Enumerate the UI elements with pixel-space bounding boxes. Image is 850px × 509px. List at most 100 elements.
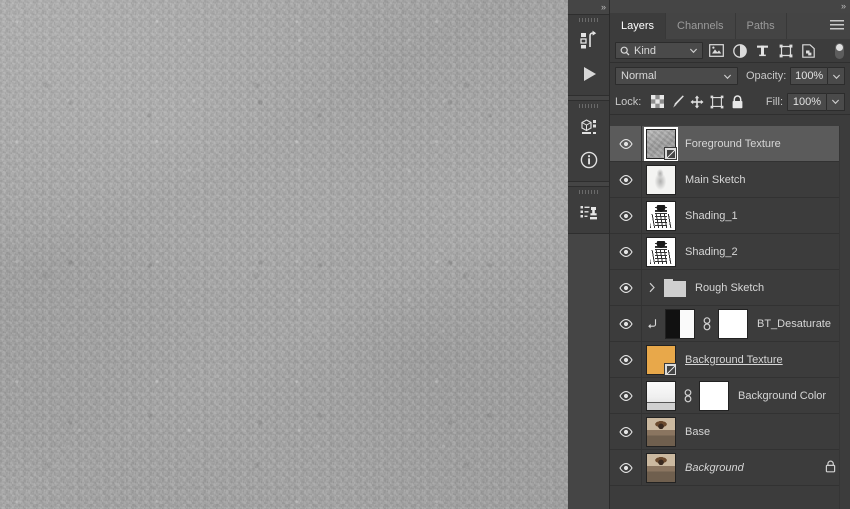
layer-thumbnail-cell[interactable] <box>642 164 676 195</box>
layer-thumbnail[interactable] <box>646 452 676 483</box>
filter-enable-toggle[interactable] <box>834 41 845 60</box>
actions-panel-icon[interactable] <box>568 23 610 57</box>
mask-link-icon[interactable] <box>701 316 712 331</box>
layer-visibility-toggle[interactable] <box>610 198 642 233</box>
layer-row[interactable]: Shading_2 <box>610 234 850 270</box>
tab-paths[interactable]: Paths <box>736 13 787 39</box>
layers-panel: » Layers Channels Paths Kind Normal Opac… <box>610 0 850 509</box>
chevron-down-icon <box>723 74 731 79</box>
layer-thumbnail[interactable] <box>646 344 677 376</box>
adjustment-filter-icon[interactable] <box>730 41 749 60</box>
layer-row[interactable]: Background Texture <box>610 342 850 378</box>
panel-menu-icon[interactable] <box>830 20 844 31</box>
layer-name[interactable]: Main Sketch <box>685 174 746 186</box>
layer-thumbnail-cell[interactable] <box>642 278 686 297</box>
layer-row[interactable]: Base <box>610 414 850 450</box>
filter-kind-select[interactable]: Kind <box>615 42 703 59</box>
document-canvas[interactable] <box>0 0 568 509</box>
layer-visibility-toggle[interactable] <box>610 306 642 341</box>
dock-grip[interactable] <box>568 187 609 195</box>
fill-label: Fill: <box>765 95 783 108</box>
layer-name[interactable]: Shading_2 <box>685 246 738 258</box>
dock-grip[interactable] <box>568 101 609 109</box>
opacity-input[interactable]: 100% <box>790 67 829 85</box>
layer-thumbnail[interactable] <box>646 236 676 267</box>
layer-thumbnail-cell[interactable] <box>642 236 676 267</box>
lock-artboard-icon[interactable] <box>707 92 727 112</box>
layer-name[interactable]: Base <box>685 426 710 438</box>
play-icon[interactable] <box>568 57 610 91</box>
mask-link-icon[interactable] <box>682 388 693 403</box>
layer-list-scrollbar[interactable] <box>839 126 850 509</box>
tab-channels[interactable]: Channels <box>666 13 736 39</box>
layer-visibility-toggle[interactable] <box>610 126 642 161</box>
lock-image-pixels-icon[interactable] <box>667 92 687 112</box>
lock-position-icon[interactable] <box>687 92 707 112</box>
tab-layers-label: Layers <box>621 20 655 32</box>
layer-row[interactable]: BT_Desaturate <box>610 306 850 342</box>
panel-tab-bar: Layers Channels Paths <box>610 13 850 39</box>
layer-thumbnail-cell[interactable] <box>642 308 748 339</box>
layer-visibility-toggle[interactable] <box>610 162 642 197</box>
chevron-right-icon[interactable] <box>646 282 658 293</box>
smart-object-filter-icon[interactable] <box>799 41 818 60</box>
layer-thumbnail[interactable] <box>646 416 676 447</box>
pixel-filter-icon[interactable] <box>707 41 726 60</box>
layer-thumbnail[interactable] <box>646 380 676 411</box>
layer-thumbnail-cell[interactable] <box>642 344 677 376</box>
layer-visibility-toggle[interactable] <box>610 450 642 485</box>
layer-visibility-toggle[interactable] <box>610 342 642 377</box>
layer-thumbnail-cell[interactable] <box>642 452 676 483</box>
fill-input[interactable]: 100% <box>787 92 827 111</box>
layer-visibility-toggle[interactable] <box>610 414 642 449</box>
shape-filter-icon[interactable] <box>776 41 795 60</box>
collapse-panels-icon[interactable]: » <box>841 1 846 11</box>
layer-row[interactable]: Background Color <box>610 378 850 414</box>
layer-thumbnail-cell[interactable] <box>642 200 676 231</box>
layer-visibility-toggle[interactable] <box>610 234 642 269</box>
layer-thumbnail-cell[interactable] <box>642 380 729 411</box>
tab-layers[interactable]: Layers <box>610 13 667 39</box>
opacity-stepper[interactable] <box>828 67 845 85</box>
layer-name[interactable]: BT_Desaturate <box>757 318 831 330</box>
blend-mode-select[interactable]: Normal <box>615 67 738 85</box>
layer-mask-thumbnail[interactable] <box>699 380 729 411</box>
fill-stepper[interactable] <box>827 92 845 111</box>
layer-row[interactable]: Rough Sketch <box>610 270 850 306</box>
layer-name[interactable]: Foreground Texture <box>685 138 781 150</box>
layer-row[interactable]: Foreground Texture <box>610 126 850 162</box>
layer-row[interactable]: Shading_1 <box>610 198 850 234</box>
filter-kind-label: Kind <box>634 44 657 57</box>
layer-row[interactable]: Main Sketch <box>610 162 850 198</box>
layer-thumbnail[interactable] <box>644 126 678 161</box>
layer-name[interactable]: Rough Sketch <box>695 282 764 294</box>
layer-filter-row: Kind <box>610 39 850 63</box>
lock-all-icon[interactable] <box>727 92 747 112</box>
layer-name[interactable]: Background <box>685 462 744 474</box>
smart-object-badge-icon <box>664 146 677 160</box>
layer-mask-thumbnail[interactable] <box>718 308 748 339</box>
expand-panels-icon[interactable]: » <box>601 2 606 12</box>
layer-name[interactable]: Background Color <box>738 390 826 402</box>
dock-group-3d-info <box>568 100 609 182</box>
info-panel-icon[interactable] <box>568 143 610 177</box>
3d-panel-icon[interactable] <box>568 109 610 143</box>
chevron-down-icon <box>831 99 840 105</box>
layer-list[interactable]: Foreground Texture Main Sketch Shading_1 Sh… <box>610 126 850 509</box>
layer-thumbnail-cell[interactable] <box>642 126 678 161</box>
layer-thumbnail[interactable] <box>646 164 676 195</box>
layer-visibility-toggle[interactable] <box>610 270 642 305</box>
layer-thumbnail-cell[interactable] <box>642 416 676 447</box>
clone-source-panel-icon[interactable] <box>568 195 610 229</box>
layer-name[interactable]: Shading_1 <box>685 210 738 222</box>
lock-transparent-pixels-icon[interactable] <box>647 92 667 112</box>
opacity-label: Opacity: <box>745 70 787 82</box>
dock-grip[interactable] <box>568 15 609 23</box>
layer-name[interactable]: Background Texture <box>682 353 786 367</box>
layer-row[interactable]: Background <box>610 450 850 486</box>
type-filter-icon[interactable] <box>753 41 772 60</box>
layer-thumbnail[interactable] <box>665 308 695 339</box>
layer-visibility-toggle[interactable] <box>610 378 642 413</box>
layer-thumbnail[interactable] <box>646 200 676 231</box>
panel-title-bar: » <box>610 0 850 13</box>
